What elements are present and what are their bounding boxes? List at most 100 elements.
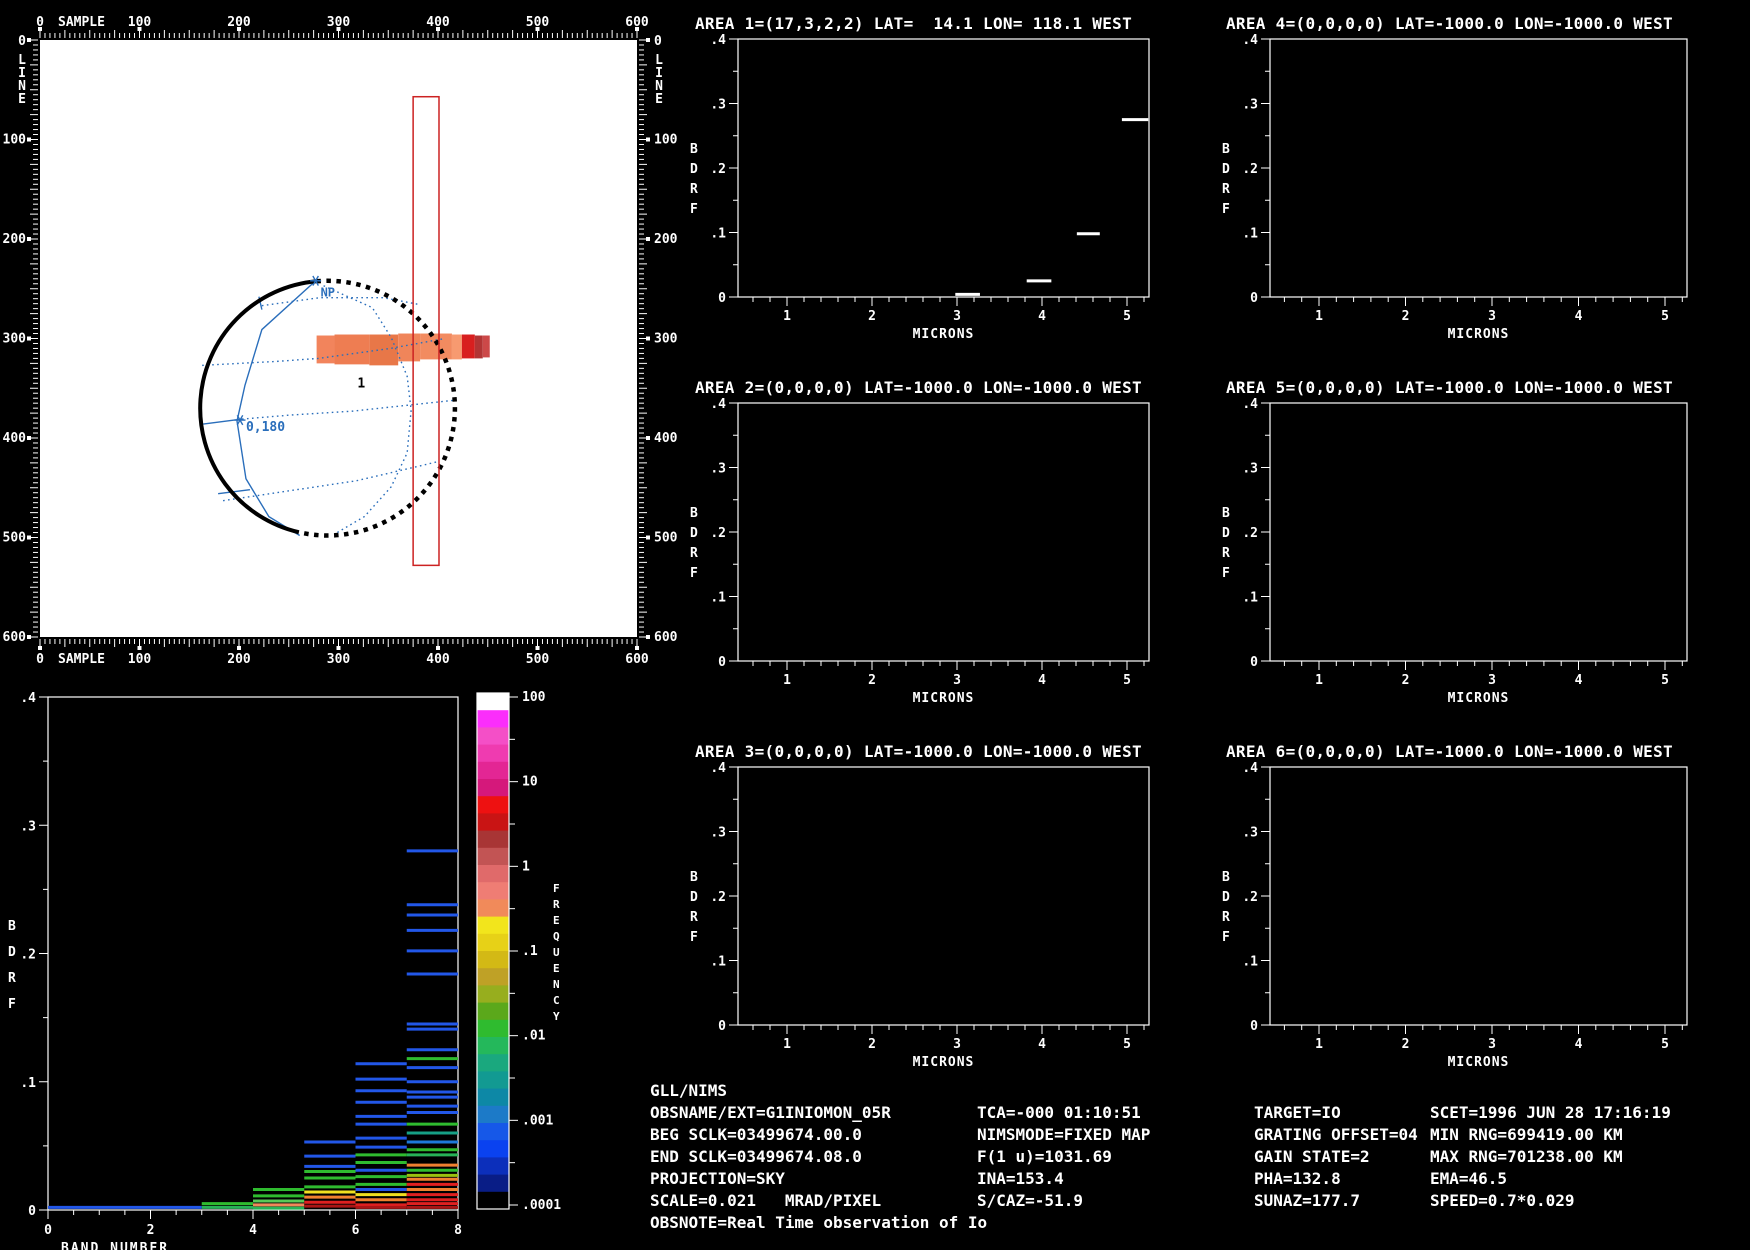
svg-text:5: 5 [1661,309,1669,324]
min-rng-field: MIN RNG=699419.00 KM [1430,1125,1623,1144]
area-plot-2: .4 .3 .2 .1 0 1 2 3 4 5 MICRONS BDRF [690,397,1150,706]
svg-text:4: 4 [1038,1037,1046,1052]
svg-text:300: 300 [3,332,27,347]
svg-text:MICRONS: MICRONS [1448,1055,1510,1070]
svg-text:2: 2 [147,1223,155,1238]
svg-text:200: 200 [654,232,678,247]
svg-text:.4: .4 [710,33,726,48]
svg-text:SAMPLE: SAMPLE [58,652,105,667]
area-4-plot-title: AREA 4=(0,0,0,0) LAT=-1000.0 LON=-1000.0… [1226,14,1673,33]
svg-text:4: 4 [1038,309,1046,324]
svg-text:.1: .1 [1242,955,1258,970]
svg-text:0: 0 [36,15,44,30]
svg-text:400: 400 [3,431,27,446]
svg-text:1: 1 [522,859,530,874]
svg-text:0: 0 [44,1223,52,1238]
svg-text:R: R [690,546,698,561]
area-plot-1: .4 .3 .2 .1 0 1 2 3 4 5 MICRONS BDRF [690,33,1150,342]
svg-text:F: F [553,882,560,895]
svg-text:4: 4 [1575,309,1583,324]
svg-text:.4: .4 [710,397,726,412]
svg-text:1: 1 [783,673,791,688]
svg-text:.2: .2 [1242,890,1258,905]
svg-text:E: E [18,92,26,107]
svg-text:N: N [553,978,560,991]
svg-text:.1: .1 [1242,227,1258,242]
svg-text:100: 100 [522,690,546,705]
svg-text:1: 1 [783,309,791,324]
svg-text:.01: .01 [522,1029,546,1044]
target-field: TARGET=IO [1254,1103,1341,1122]
svg-text:R: R [1222,910,1230,925]
svg-text:600: 600 [654,630,678,645]
svg-text:R: R [690,910,698,925]
svg-text:2: 2 [1402,673,1410,688]
obsname-field: OBSNAME/EXT=G1INIOMON_05R [650,1103,891,1122]
svg-text:2: 2 [1402,1037,1410,1052]
area-plot-5: .4 .3 .2 .1 0 1 2 3 4 5 MICRONS BDRF [1222,397,1688,706]
beg-sclk-field: BEG SCLK=03499674.00.0 [650,1125,862,1144]
svg-text:400: 400 [654,431,678,446]
svg-text:NP: NP [321,286,335,300]
svg-text:.2: .2 [1242,526,1258,541]
svg-text:8: 8 [454,1223,462,1238]
svg-text:400: 400 [426,15,450,30]
svg-text:SAMPLE: SAMPLE [58,15,105,30]
svg-text:D: D [1222,526,1230,541]
svg-text:0: 0 [1250,655,1258,670]
svg-text:3: 3 [1488,1037,1496,1052]
instrument-label: GLL/NIMS [650,1081,728,1100]
bdrf-histogram: .4 .3 .2 .1 00 2 4 6 8 BAND NUMBER BDRF [8,691,462,1250]
ina-field: INA=153.4 [977,1169,1064,1188]
svg-text:200: 200 [3,232,27,247]
svg-text:0: 0 [1250,1019,1258,1034]
svg-text:1: 1 [1315,1037,1323,1052]
svg-text:3: 3 [953,1037,961,1052]
svg-text:200: 200 [227,15,251,30]
svg-text:600: 600 [625,652,649,667]
svg-text:MICRONS: MICRONS [913,1055,975,1070]
svg-text:R: R [1222,182,1230,197]
svg-text:.001: .001 [522,1113,553,1128]
nimsmode-field: NIMSMODE=FIXED MAP [977,1125,1151,1144]
svg-text:R: R [690,182,698,197]
svg-text:0: 0 [18,34,26,49]
svg-text:.3: .3 [1242,462,1258,477]
svg-text:B: B [1222,506,1230,521]
svg-text:400: 400 [426,652,450,667]
svg-text:.1: .1 [20,1076,36,1091]
area-plot-3: .4 .3 .2 .1 0 1 2 3 4 5 MICRONS BDRF [690,761,1150,1070]
svg-text:.4: .4 [1242,761,1258,776]
chart-canvas: 000 0100100100 100200200200 200300300300 300… [3,15,1688,1250]
speed-field: SPEED=0.7*0.029 [1430,1191,1575,1210]
svg-text:.1: .1 [710,591,726,606]
svg-text:5: 5 [1661,1037,1669,1052]
sunaz-field: SUNAZ=177.7 [1254,1191,1360,1210]
svg-text:2: 2 [1402,309,1410,324]
svg-text:E: E [553,962,560,975]
svg-text:2: 2 [868,309,876,324]
sky-projection-map: 000 0100100100 100200200200 200300300300 300… [3,15,678,667]
svg-text:F: F [690,566,698,581]
svg-text:B: B [690,506,698,521]
svg-text:4: 4 [1038,673,1046,688]
nims-observation-screen: 0 0 0 0 100 100 100 100 200 200 200 200 300 300 300 300… [0,0,1750,1250]
scale-field: SCALE=0.021 MRAD/PIXEL [650,1191,882,1210]
svg-text:D: D [1222,162,1230,177]
svg-text:1: 1 [1315,673,1323,688]
flux-field: F(1 u)=1031.69 [977,1147,1112,1166]
svg-text:4: 4 [1575,673,1583,688]
svg-text:5: 5 [1661,673,1669,688]
svg-text:.3: .3 [20,819,36,834]
obsnote-field: OBSNOTE=Real Time observation of Io [650,1213,988,1232]
svg-text:C: C [553,994,560,1007]
svg-text:300: 300 [327,652,351,667]
grating-offset-field: GRATING OFFSET=04 [1254,1125,1418,1144]
svg-text:F: F [1222,202,1230,217]
area-5-plot-title: AREA 5=(0,0,0,0) LAT=-1000.0 LON=-1000.0… [1226,378,1673,397]
svg-text:1: 1 [783,1037,791,1052]
svg-text:D: D [690,162,698,177]
svg-text:0: 0 [654,34,662,49]
svg-text:100: 100 [128,15,152,30]
svg-text:B: B [690,142,698,157]
